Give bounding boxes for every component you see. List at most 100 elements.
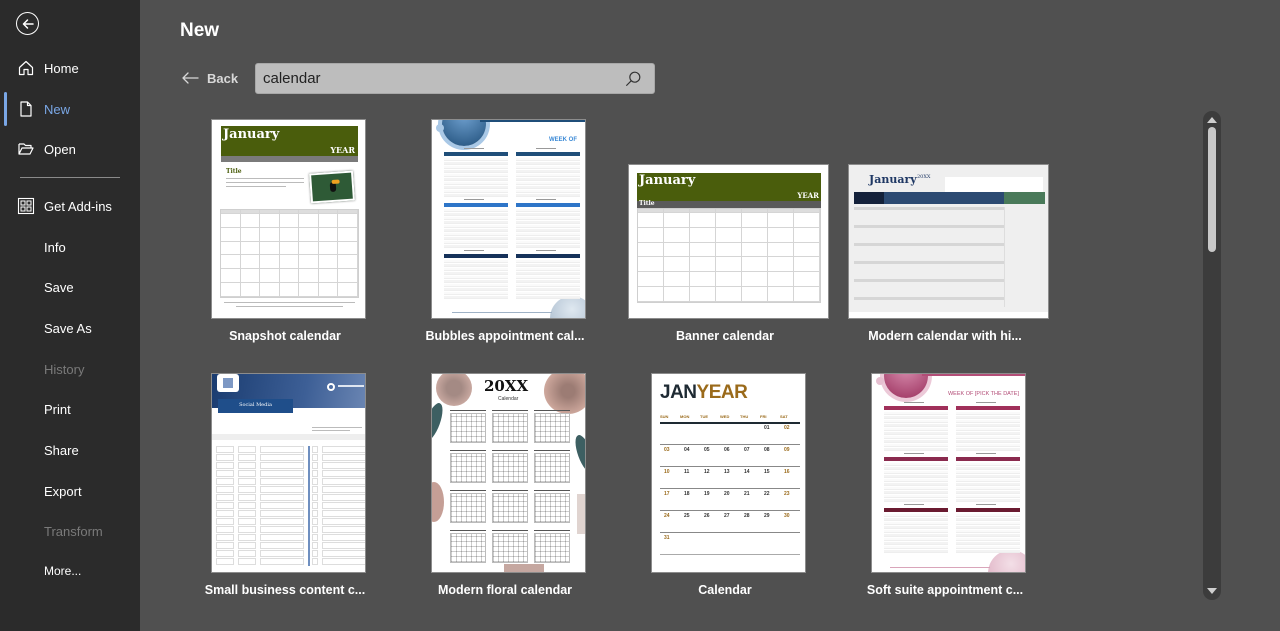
thumb-decoration xyxy=(956,444,1020,447)
thumb-decoration xyxy=(516,272,580,275)
thumb-decoration xyxy=(238,542,256,549)
calendar-row-rule xyxy=(660,532,800,533)
scroll-up-arrow-icon[interactable] xyxy=(1207,117,1217,123)
sidebar-item-share[interactable]: Share xyxy=(0,433,140,467)
thumb-decoration xyxy=(536,148,556,149)
thumb-decoration xyxy=(884,436,948,439)
thumb-decoration xyxy=(216,550,234,557)
weekday-label: FRI xyxy=(760,414,767,419)
thumb-decoration xyxy=(238,462,256,469)
thumb-decoration xyxy=(450,453,486,483)
thumb-decoration xyxy=(444,272,508,275)
thumb-decoration xyxy=(534,488,570,491)
sidebar-item-label: Info xyxy=(44,239,66,255)
scrollbar-thumb[interactable] xyxy=(1208,127,1216,252)
back-to-document-button[interactable] xyxy=(16,12,39,35)
thumb-decoration xyxy=(322,550,365,557)
thumb-decoration xyxy=(312,502,318,509)
sidebar-item-more[interactable]: More... xyxy=(0,554,140,588)
back-button[interactable]: Back xyxy=(181,68,238,88)
thumb-decoration xyxy=(238,518,256,525)
calendar-day-number: 01 xyxy=(764,425,770,431)
thumb-decoration xyxy=(884,538,948,541)
thumb-decoration xyxy=(516,213,580,216)
search-icon[interactable] xyxy=(622,68,644,90)
thumb-decoration xyxy=(450,408,486,411)
sidebar-item-print[interactable]: Print xyxy=(0,392,140,426)
thumb-decoration xyxy=(444,268,508,271)
thumb-decoration xyxy=(312,494,318,501)
thumb-decoration xyxy=(884,420,948,423)
thumb-decoration xyxy=(516,229,580,232)
thumb-decoration xyxy=(516,203,580,207)
thumb-decoration xyxy=(238,478,256,485)
thumb-decoration xyxy=(464,199,484,200)
thumb-decoration xyxy=(956,508,1020,512)
template-search-input[interactable] xyxy=(256,64,622,93)
thumb-decoration xyxy=(238,454,256,461)
thumb-decoration xyxy=(956,550,1020,553)
calendar-day-number: 27 xyxy=(724,513,730,519)
sidebar-item-save-as[interactable]: Save As xyxy=(0,311,140,345)
thumb-decoration xyxy=(260,502,304,509)
thumb-decoration xyxy=(534,453,570,483)
thumb-decoration xyxy=(884,463,948,466)
thumb-decoration xyxy=(444,276,508,279)
sidebar-item-export[interactable]: Export xyxy=(0,474,140,508)
thumb-decoration xyxy=(956,526,1020,529)
thumb-decoration xyxy=(216,534,234,541)
sidebar-item-save[interactable]: Save xyxy=(0,270,140,304)
thumb-decoration xyxy=(464,250,484,251)
thumb-decoration xyxy=(516,217,580,220)
sidebar-item-home[interactable]: Home xyxy=(0,51,140,85)
thumb-decoration xyxy=(536,250,556,251)
thumb-decoration xyxy=(450,533,486,563)
thumb-title: Title xyxy=(226,168,242,175)
thumb-decoration xyxy=(884,440,948,443)
thumb-decoration xyxy=(216,558,234,565)
thumb-decoration xyxy=(956,432,1020,435)
thumb-decoration xyxy=(516,268,580,271)
thumb-decoration xyxy=(444,209,508,212)
thumb-decoration xyxy=(492,453,528,483)
thumb-decoration xyxy=(516,178,580,181)
thumb-decoration xyxy=(216,446,234,453)
thumb-year: 20XX xyxy=(917,174,931,180)
calendar-day-number: 24 xyxy=(664,513,670,519)
calendar-day-number: 21 xyxy=(744,491,750,497)
thumb-decoration xyxy=(216,510,234,517)
thumb-decoration xyxy=(238,486,256,493)
thumb-decoration xyxy=(516,225,580,228)
thumb-decoration xyxy=(444,254,508,258)
thumb-decoration xyxy=(322,518,365,525)
scroll-down-arrow-icon[interactable] xyxy=(1207,588,1217,594)
thumb-decoration xyxy=(956,487,1020,490)
sidebar-item-new[interactable]: New xyxy=(0,92,140,126)
thumb-decoration xyxy=(444,178,508,181)
sidebar-item-info[interactable]: Info xyxy=(0,230,140,264)
thumb-decoration xyxy=(884,479,948,482)
thumb-decoration xyxy=(884,412,948,415)
template-thumbnail: JANYEAR SUN MON TUE WED THU FRI SAT 01 02 03 04 05 0… xyxy=(651,373,806,573)
thumb-decoration xyxy=(492,408,528,411)
sidebar-item-open[interactable]: Open xyxy=(0,132,140,166)
thumb-month: January xyxy=(639,173,696,188)
thumb-decoration xyxy=(1004,207,1005,307)
thumb-decoration xyxy=(956,499,1020,502)
sidebar-item-label: Share xyxy=(44,442,79,458)
thumb-decoration xyxy=(884,550,948,553)
calendar-day-number: 10 xyxy=(664,469,670,475)
template-thumbnail: 20XX Calendar xyxy=(431,373,586,573)
thumb-decoration xyxy=(444,284,508,287)
thumb-decoration xyxy=(216,494,234,501)
add-ins-icon xyxy=(17,197,35,215)
thumb-decoration xyxy=(260,550,304,557)
sidebar-item-get-add-ins[interactable]: Get Add-ins xyxy=(0,189,140,223)
vertical-scrollbar[interactable] xyxy=(1203,111,1221,600)
sidebar-item-label: Print xyxy=(44,401,71,417)
thumb-decoration xyxy=(956,428,1020,431)
thumb-decoration xyxy=(308,446,310,566)
sidebar-item-label: More... xyxy=(44,564,82,578)
thumb-decoration xyxy=(884,522,948,525)
back-label: Back xyxy=(207,70,239,86)
